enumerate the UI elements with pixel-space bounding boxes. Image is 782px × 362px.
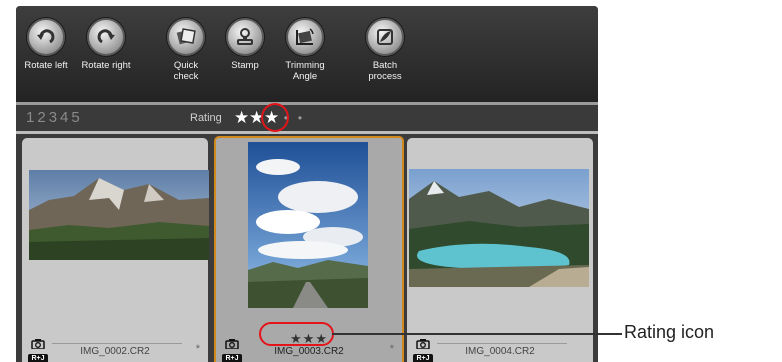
filename-divider	[52, 343, 182, 344]
callout-label: Rating icon	[624, 322, 715, 342]
rotate-right-icon	[87, 18, 125, 56]
batch-process-icon	[366, 18, 404, 56]
rating-dot-5[interactable]: •	[293, 111, 307, 125]
filename-divider	[437, 343, 567, 344]
rotate-left-icon	[27, 18, 65, 56]
thumbnail-cell[interactable]: R+J IMG_0004.CR2	[407, 138, 593, 362]
rating-number-2[interactable]: 2	[37, 109, 46, 126]
thumbnail-image-sky	[248, 142, 368, 308]
rating-label: Rating	[190, 112, 222, 124]
toolbar: Rotate left Rotate right Quick check Sta…	[16, 6, 598, 102]
thumbnail-filename: IMG_0004.CR2	[465, 346, 535, 357]
rotate-right-button[interactable]: Rotate right	[70, 18, 142, 71]
thumbnail-image-mountain	[29, 170, 209, 260]
callout-leader-line	[332, 333, 622, 335]
batch-process-label: Batch process	[368, 60, 402, 82]
thumbnail-cell[interactable]: R+J IMG_0002.CR2 *	[22, 138, 209, 362]
rating-star-1[interactable]: ★	[234, 108, 249, 128]
quick-check-icon	[167, 18, 205, 56]
batch-process-button[interactable]: Batch process	[349, 18, 421, 82]
trimming-angle-button[interactable]: Trimming Angle	[269, 18, 341, 82]
rating-number-keys: 12345	[26, 109, 83, 126]
rating-callout-circle	[261, 103, 289, 132]
edit-mark: *	[195, 343, 200, 355]
rating-number-5[interactable]: 5	[71, 109, 80, 126]
edit-mark: *	[389, 343, 394, 355]
app-window: Rotate left Rotate right Quick check Sta…	[16, 6, 598, 362]
thumbnail-filename: IMG_0002.CR2	[80, 346, 150, 357]
rating-bar: 12345 Rating ★ ★ ★ • •	[16, 105, 598, 131]
rating-number-1[interactable]: 1	[26, 109, 35, 126]
stamp-icon	[226, 18, 264, 56]
trimming-angle-icon	[286, 18, 324, 56]
rating-number-3[interactable]: 3	[49, 109, 58, 126]
trimming-angle-label: Trimming Angle	[285, 60, 325, 82]
thumbnail-filename: IMG_0003.CR2	[274, 346, 344, 357]
rating-icon-callout-circle	[259, 322, 334, 346]
rotate-right-label: Rotate right	[81, 60, 131, 71]
thumbnail-image-lake	[409, 169, 589, 287]
rating-number-4[interactable]: 4	[60, 109, 69, 126]
